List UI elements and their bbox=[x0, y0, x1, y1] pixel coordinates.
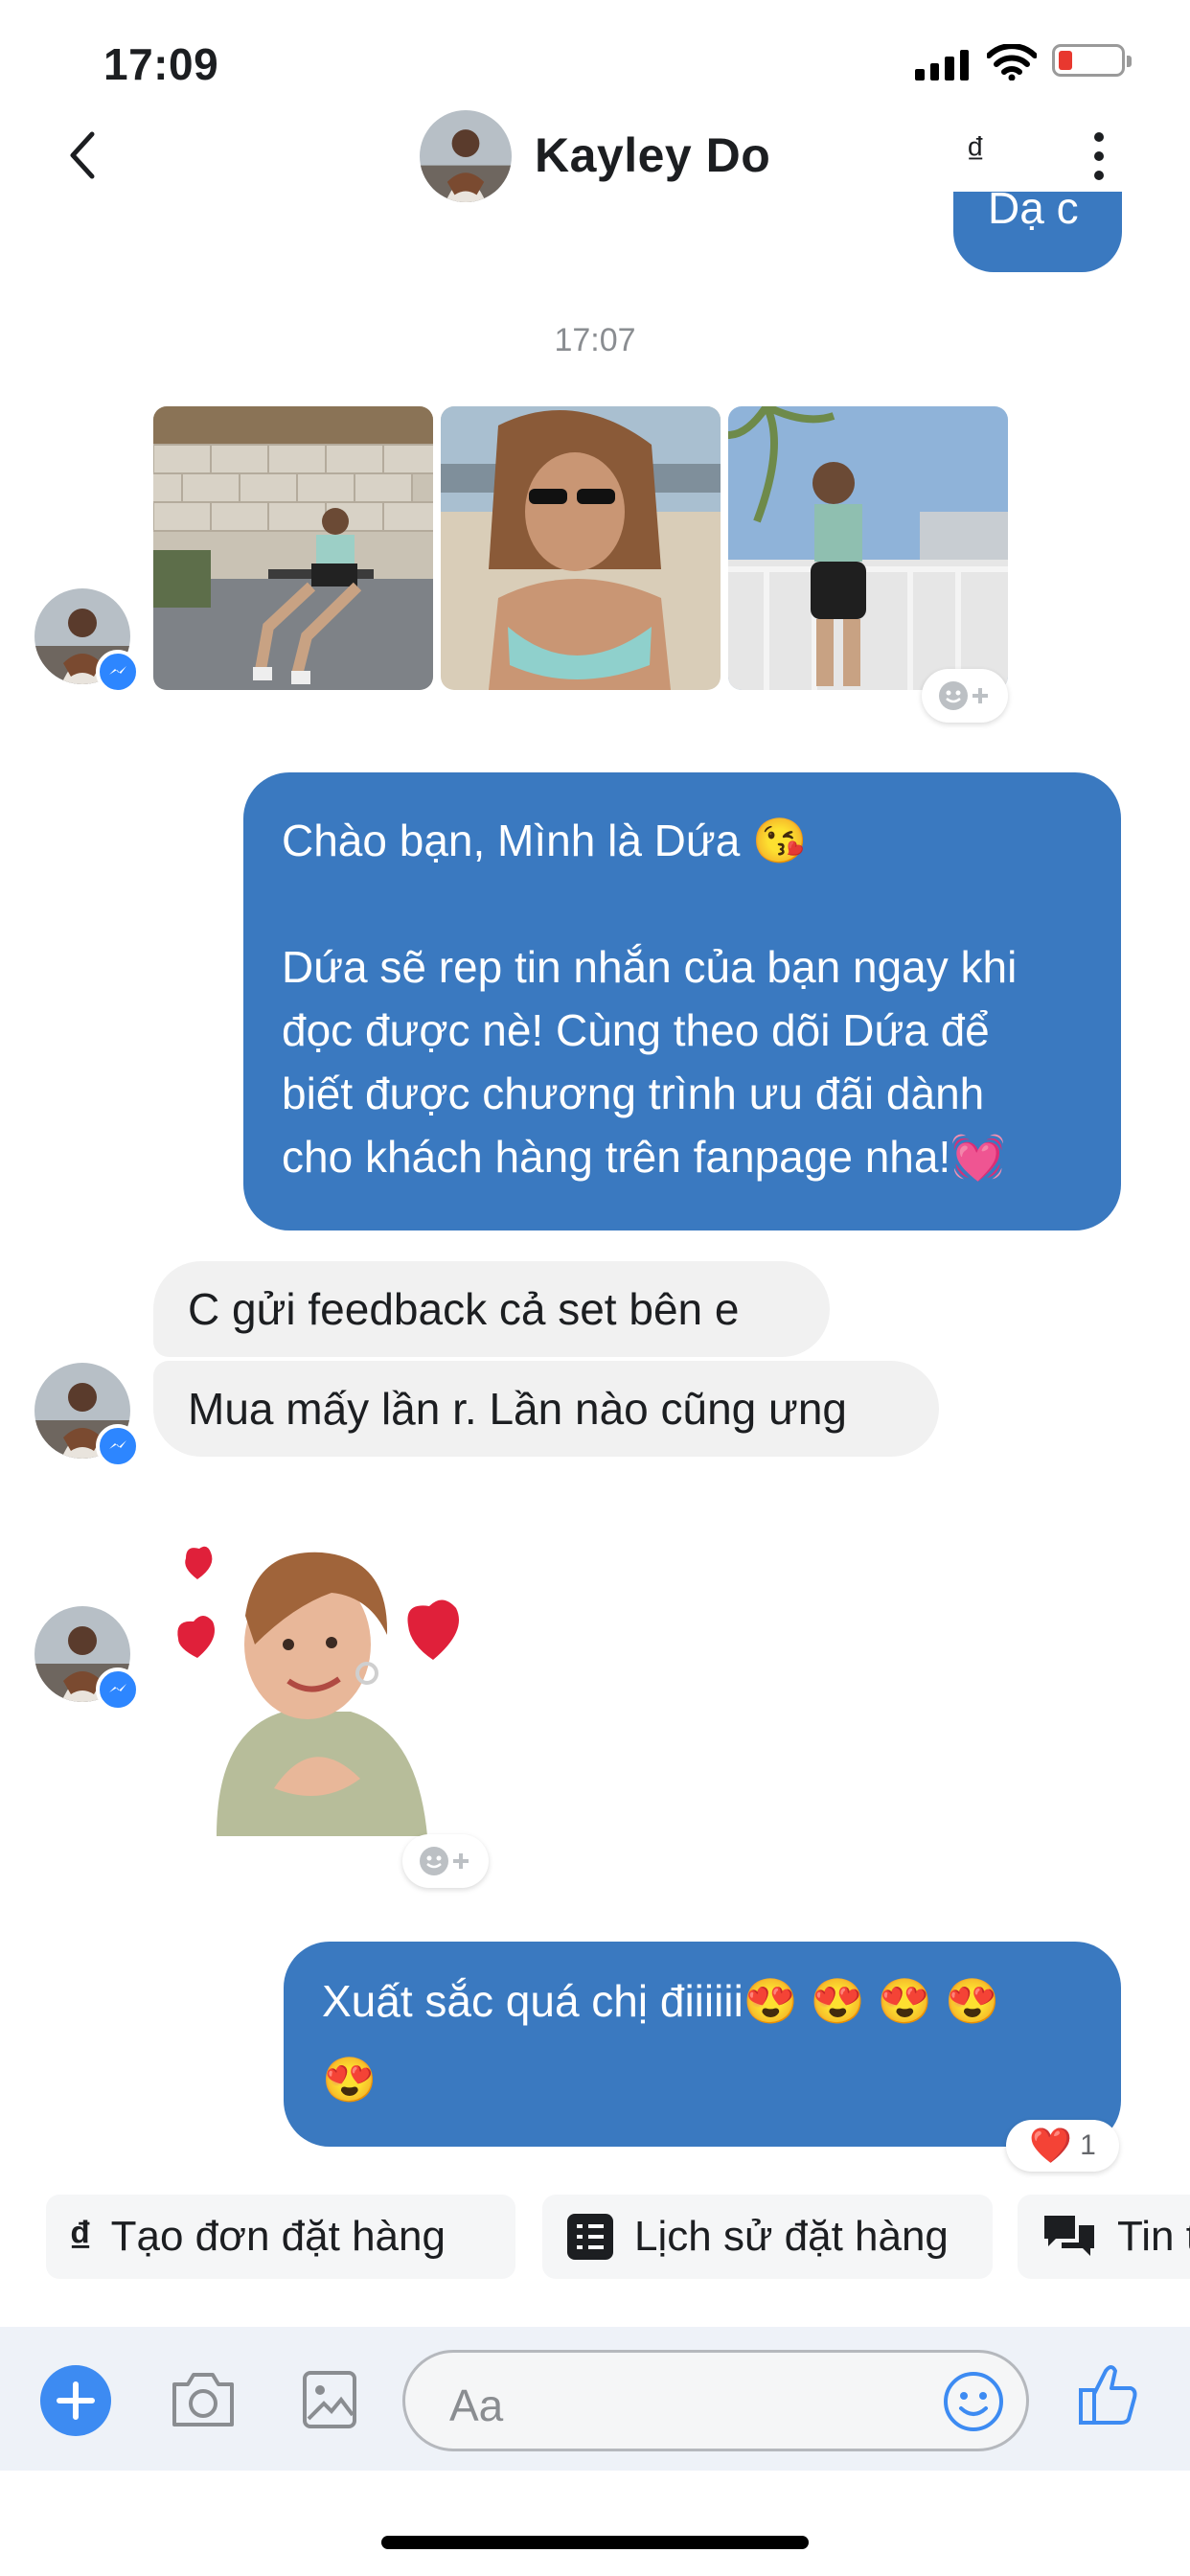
shared-photo-1[interactable] bbox=[153, 406, 433, 690]
emoji-icon[interactable] bbox=[942, 2370, 1005, 2433]
message-text-line: Chào bạn, Mình là Dứa 😘 bbox=[282, 816, 808, 865]
order-history-label: Lịch sử đặt hàng bbox=[634, 2213, 949, 2260]
home-indicator bbox=[381, 2536, 809, 2549]
more-options-icon[interactable] bbox=[1092, 132, 1106, 182]
battery-icon bbox=[1052, 44, 1132, 77]
message-timestamp: 17:07 bbox=[554, 322, 636, 358]
message-input-placeholder: Aa bbox=[449, 2380, 504, 2430]
order-history-button[interactable]: Lịch sử đặt hàng bbox=[542, 2195, 993, 2279]
message-text-line: cho khách hàng trên fanpage nha!💓 bbox=[282, 1132, 1006, 1182]
currency-dong-button[interactable]: ₫ bbox=[966, 130, 986, 173]
message-bubble-outgoing[interactable]: Xuất sắc quá chị điiiiii😍 😍 😍 😍 😍 bbox=[284, 1942, 1121, 2147]
smiley-plus-icon bbox=[420, 1847, 469, 1875]
thumbs-up-icon[interactable] bbox=[1077, 2361, 1140, 2428]
gallery-icon[interactable] bbox=[301, 2369, 358, 2430]
message-text: Dạ c bbox=[988, 192, 1079, 233]
partial-message-clip: Dạ c bbox=[953, 192, 1122, 272]
shared-photo-3[interactable] bbox=[728, 406, 1008, 690]
message-text-line: Dứa sẽ rep tin nhắn của bạn ngay khi bbox=[282, 942, 1018, 992]
wifi-icon bbox=[987, 44, 1037, 80]
message-text-line: Xuất sắc quá chị điiiiii😍 😍 😍 😍 bbox=[322, 1976, 1000, 2026]
message-bubble-outgoing[interactable]: Dạ c bbox=[953, 192, 1122, 272]
messenger-badge-icon bbox=[96, 650, 140, 694]
message-text-line: đọc được nè! Cùng theo dõi Dứa để bbox=[282, 1005, 990, 1055]
header-avatar[interactable] bbox=[420, 110, 512, 202]
contact-name[interactable]: Kayley Do bbox=[535, 127, 770, 183]
message-bubble-incoming[interactable]: Mua mấy lần r. Lần nào cũng ưng bbox=[153, 1361, 939, 1457]
message-text: Mua mấy lần r. Lần nào cũng ưng bbox=[188, 1384, 848, 1434]
messages-button[interactable]: Tin t bbox=[1018, 2195, 1190, 2279]
messenger-badge-icon bbox=[96, 1424, 140, 1468]
chat-bubbles-icon bbox=[1041, 2210, 1098, 2264]
reaction-badge[interactable]: ❤️ 1 bbox=[1006, 2120, 1119, 2172]
message-text-line bbox=[282, 872, 1083, 935]
camera-icon[interactable] bbox=[169, 2369, 238, 2430]
shared-photo-2[interactable] bbox=[441, 406, 721, 690]
create-order-button[interactable]: ₫ Tạo đơn đặt hàng bbox=[46, 2195, 515, 2279]
list-icon bbox=[565, 2212, 615, 2262]
plus-icon bbox=[57, 2381, 95, 2420]
status-time: 17:09 bbox=[103, 39, 219, 89]
create-order-label: Tạo đơn đặt hàng bbox=[110, 2213, 446, 2260]
message-bubble-incoming[interactable]: C gửi feedback cả set bên e bbox=[153, 1261, 830, 1357]
back-arrow-icon[interactable] bbox=[59, 126, 105, 184]
add-reaction-button[interactable] bbox=[402, 1834, 489, 1888]
message-text-line: biết được chương trình ưu đãi dành bbox=[282, 1069, 985, 1118]
message-text-line: 😍 bbox=[322, 2055, 378, 2104]
reaction-count: 1 bbox=[1080, 2129, 1096, 2161]
add-reaction-button[interactable] bbox=[922, 669, 1008, 723]
messages-label: Tin t bbox=[1117, 2213, 1190, 2260]
message-text: C gửi feedback cả set bên e bbox=[188, 1284, 740, 1334]
messenger-badge-icon bbox=[96, 1668, 140, 1712]
sticker-image[interactable] bbox=[169, 1539, 494, 1836]
message-input[interactable]: Aa bbox=[402, 2350, 1029, 2451]
add-button[interactable] bbox=[40, 2365, 111, 2436]
smiley-plus-icon bbox=[939, 681, 988, 710]
dong-icon: ₫ bbox=[69, 2212, 92, 2262]
heart-reaction-icon: ❤️ bbox=[1029, 2126, 1073, 2165]
message-bubble-outgoing[interactable]: Chào bạn, Mình là Dứa 😘 Dứa sẽ rep tin n… bbox=[243, 772, 1121, 1230]
cellular-signal-icon bbox=[915, 48, 969, 80]
